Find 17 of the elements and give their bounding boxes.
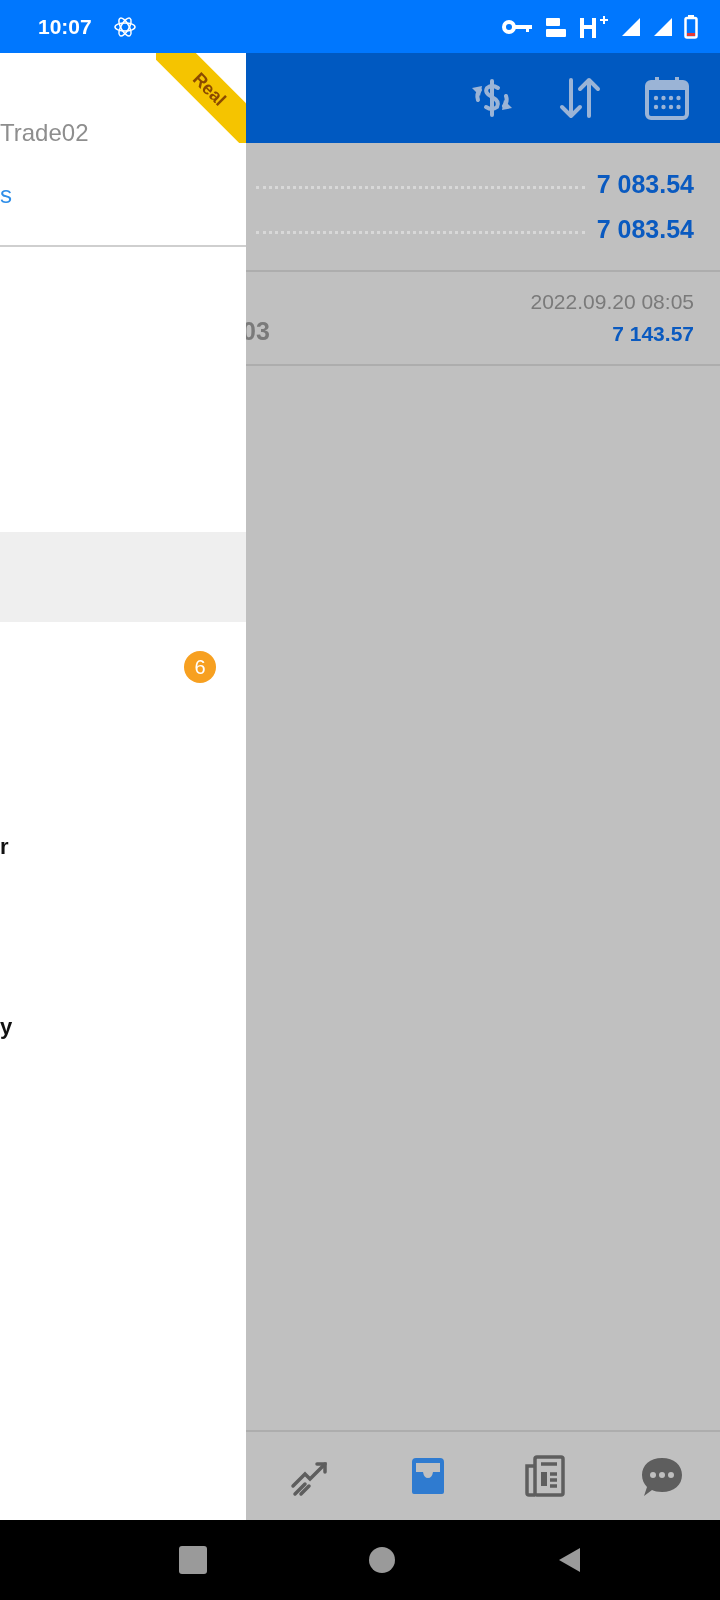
battery-icon xyxy=(684,14,698,39)
trade-value: 7 143.57 xyxy=(612,322,694,346)
drawer-item[interactable]: 6 xyxy=(0,622,246,712)
h-plus-icon xyxy=(578,14,608,39)
count-badge: 6 xyxy=(184,651,216,683)
account-name: Trade02 xyxy=(0,119,89,147)
drawer-item[interactable]: y xyxy=(0,982,246,1072)
home-icon[interactable] xyxy=(368,1546,396,1574)
key-icon xyxy=(502,18,534,35)
balance-value: 7 083.54 xyxy=(596,214,694,244)
balance-value: 7 083.54 xyxy=(596,169,694,199)
account-link[interactable]: s xyxy=(0,181,12,209)
clock: 10:07 xyxy=(38,14,92,39)
drawer-item[interactable]: r xyxy=(0,802,246,892)
atom-icon xyxy=(113,15,136,38)
trade-time: 2022.09.20 08:05 xyxy=(530,290,694,314)
recents-icon[interactable] xyxy=(178,1545,208,1575)
